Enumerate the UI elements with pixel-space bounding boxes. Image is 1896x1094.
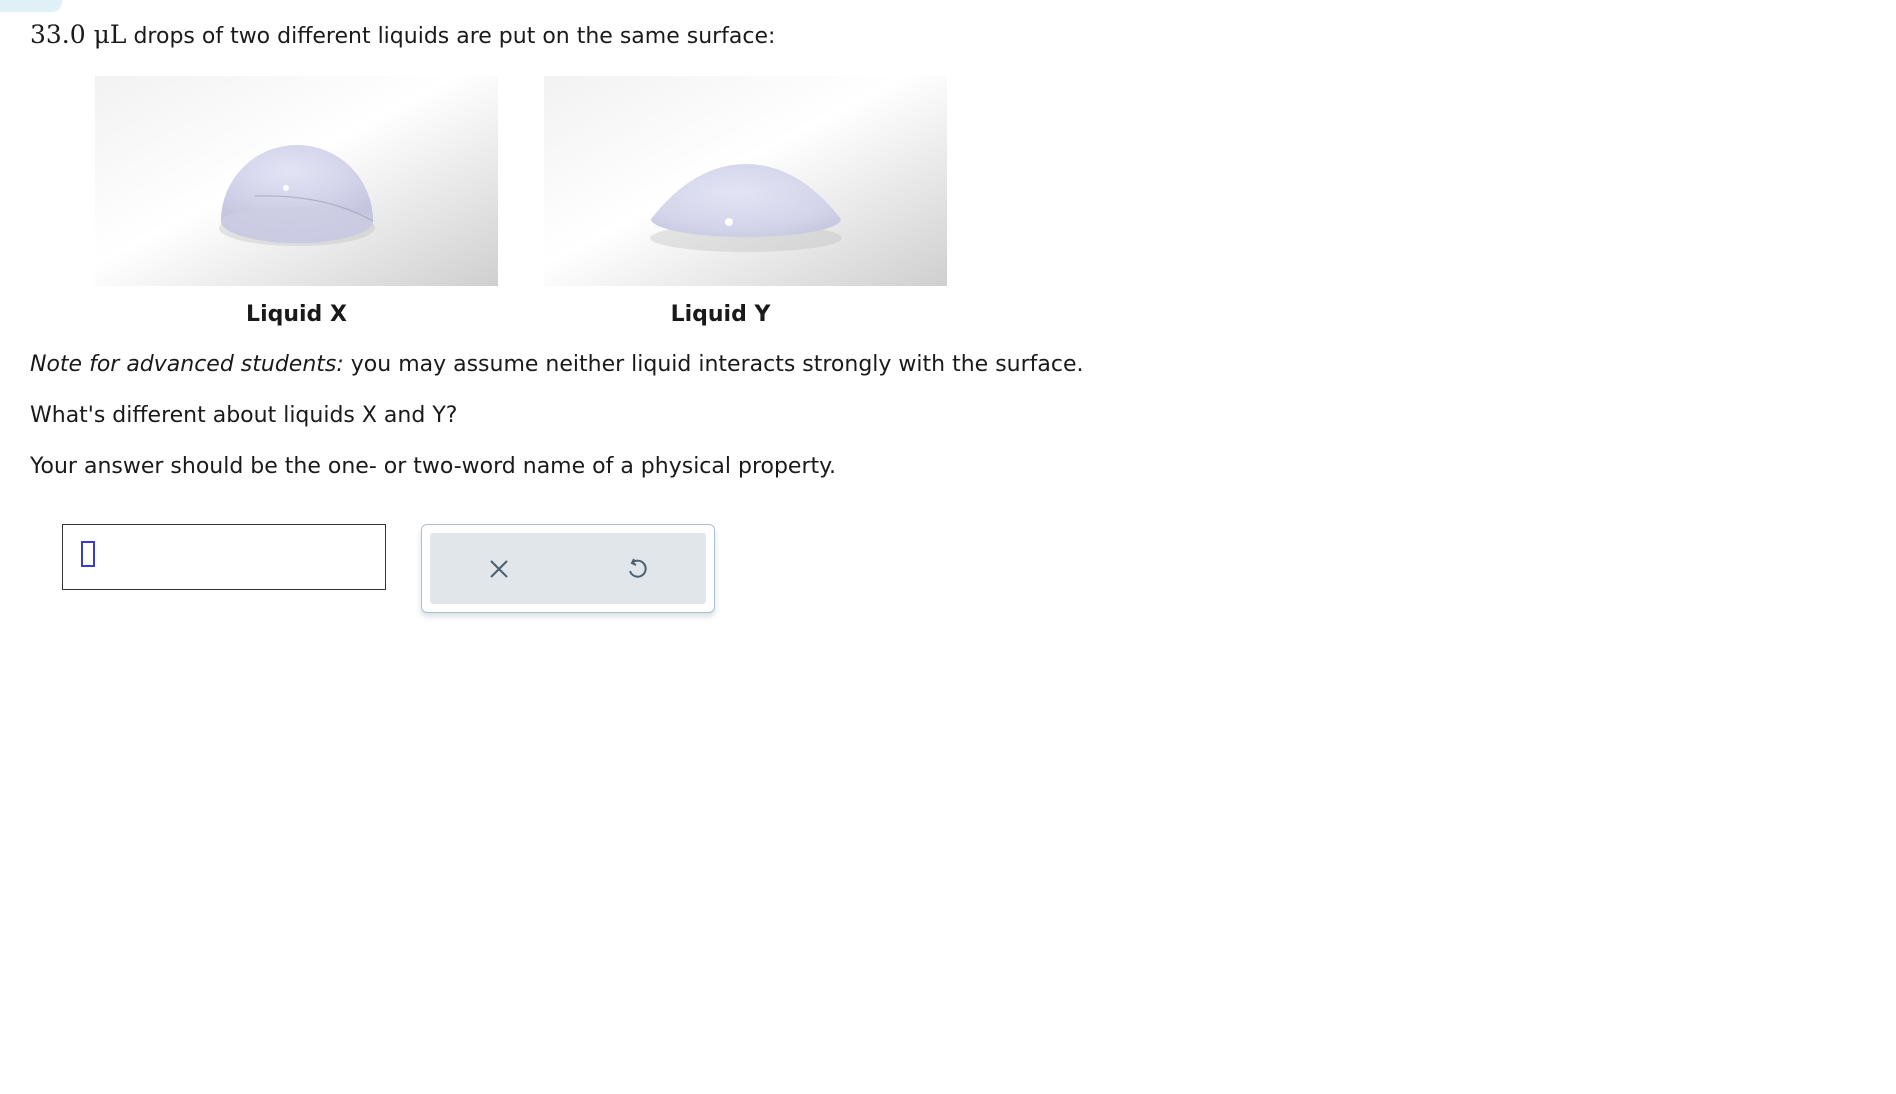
- note-text: you may assume neither liquid interacts …: [343, 352, 1084, 377]
- liquid-x-caption: Liquid X: [246, 302, 347, 327]
- close-icon: [490, 560, 508, 578]
- answer-input[interactable]: [62, 524, 386, 590]
- question-prompt: What's different about liquids X and Y?: [30, 403, 458, 428]
- volume-amount: 33.0 μL: [30, 20, 127, 49]
- advanced-note: Note for advanced students: you may assu…: [30, 352, 1084, 377]
- question-intro: drops of two different liquids are put o…: [126, 24, 776, 49]
- undo-icon: [629, 558, 647, 578]
- liquid-x-image: [95, 76, 498, 286]
- answer-instruction: Your answer should be the one- or two-wo…: [30, 454, 837, 479]
- text-cursor: [81, 541, 95, 567]
- liquid-y-image: [544, 76, 947, 286]
- answer-toolbar: [421, 524, 715, 613]
- toolbar-panel: [430, 533, 706, 604]
- liquid-y-caption: Liquid Y: [670, 302, 771, 327]
- question-text: 33.0 μL drops of two different liquids a…: [30, 20, 775, 49]
- corner-tab: [0, 0, 62, 12]
- undo-button[interactable]: [615, 547, 659, 591]
- clear-button[interactable]: [477, 547, 521, 591]
- note-label: Note for advanced students:: [30, 352, 344, 377]
